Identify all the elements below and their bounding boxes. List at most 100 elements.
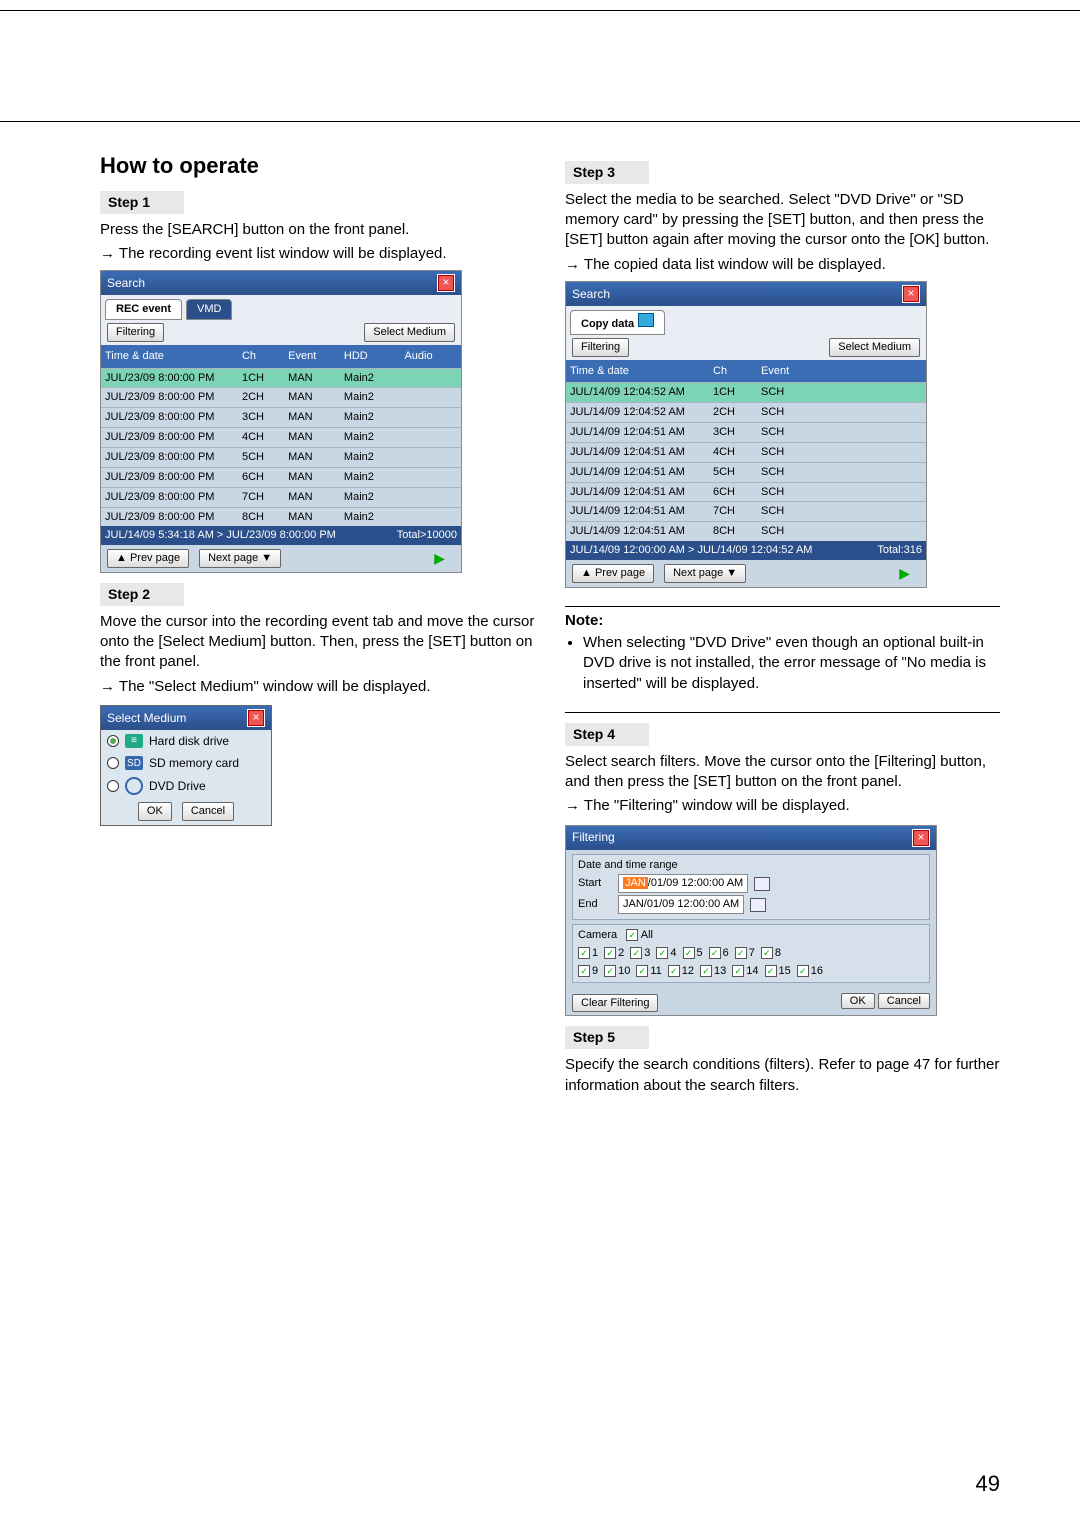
table-row[interactable]: JUL/14/09 12:04:51 AM7CHSCH — [566, 501, 926, 521]
option-hdd[interactable]: ≡ Hard disk drive — [101, 730, 271, 752]
cancel-button[interactable]: Cancel — [182, 802, 234, 821]
col-ch: Ch — [238, 347, 284, 366]
search-title: Search — [107, 275, 145, 291]
table-row[interactable]: JUL/14/09 12:04:51 AM3CHSCH — [566, 422, 926, 442]
step3-label: Step 3 — [565, 161, 649, 184]
col-event: Event — [284, 347, 340, 366]
table-row[interactable]: JUL/23/09 8:00:00 PM5CHMANMain2 — [101, 447, 461, 467]
table-row[interactable]: JUL/23/09 8:00:00 PM7CHMANMain2 — [101, 487, 461, 507]
select-medium-button[interactable]: Select Medium — [829, 338, 920, 357]
step4-text: Select search filters. Move the cursor o… — [565, 752, 1000, 793]
page-number: 49 — [976, 1471, 1000, 1497]
date-range-label: Date and time range — [578, 858, 924, 873]
step5-label: Step 5 — [565, 1026, 649, 1049]
status-range: JUL/14/09 12:00:00 AM > JUL/14/09 12:04:… — [570, 543, 812, 558]
camera-checkbox[interactable]: 8 — [761, 946, 781, 961]
start-label: Start — [578, 876, 612, 891]
ok-button[interactable]: OK — [138, 802, 172, 821]
table-row[interactable]: JUL/14/09 12:04:51 AM6CHSCH — [566, 482, 926, 502]
option-sd[interactable]: SD SD memory card — [101, 752, 271, 774]
camera-checkbox[interactable]: 13 — [700, 964, 726, 979]
close-icon[interactable]: × — [247, 709, 265, 727]
camera-checkbox[interactable]: 9 — [578, 964, 598, 979]
play-icon[interactable]: ▶ — [434, 549, 455, 568]
table-row[interactable]: JUL/14/09 12:04:51 AM5CHSCH — [566, 462, 926, 482]
cancel-button[interactable]: Cancel — [878, 993, 930, 1009]
col-hdd: HDD — [340, 347, 401, 366]
camera-checkbox[interactable]: 6 — [709, 946, 729, 961]
step3-result: The copied data list window will be disp… — [565, 255, 1000, 275]
camera-checkbox[interactable]: 5 — [683, 946, 703, 961]
col-event: Event — [757, 362, 815, 381]
camera-checkbox[interactable]: 3 — [630, 946, 650, 961]
close-icon[interactable]: × — [902, 285, 920, 303]
filtering-window: Filtering × Date and time range Start JA… — [565, 825, 937, 1017]
step2-result: The "Select Medium" window will be displ… — [100, 677, 535, 697]
tab-rec-event[interactable]: REC event — [105, 299, 182, 320]
search-title: Search — [572, 286, 610, 302]
status-total: Total>10000 — [397, 528, 457, 543]
dvd-icon — [125, 777, 143, 795]
step1-result: The recording event list window will be … — [100, 244, 535, 264]
clear-filtering-button[interactable]: Clear Filtering — [572, 994, 658, 1013]
col-audio: Audio — [400, 347, 461, 366]
tab-copy-data[interactable]: Copy data — [570, 310, 665, 335]
all-label: All — [641, 929, 653, 941]
table-row[interactable]: JUL/23/09 8:00:00 PM4CHMANMain2 — [101, 427, 461, 447]
close-icon[interactable]: × — [912, 829, 930, 847]
col-timedate: Time & date — [101, 347, 238, 366]
select-medium-window: Select Medium × ≡ Hard disk drive SD SD … — [100, 705, 272, 826]
select-medium-button[interactable]: Select Medium — [364, 323, 455, 342]
step1-text: Press the [SEARCH] button on the front p… — [100, 220, 535, 240]
table-row[interactable]: JUL/23/09 8:00:00 PM6CHMANMain2 — [101, 467, 461, 487]
next-page-button[interactable]: Next page ▼ — [664, 564, 746, 583]
checkbox-icon[interactable] — [626, 929, 638, 941]
camera-checkbox[interactable]: 14 — [732, 964, 758, 979]
status-range: JUL/14/09 5:34:18 AM > JUL/23/09 8:00:00… — [105, 528, 336, 543]
table-row[interactable]: JUL/14/09 12:04:52 AM1CHSCH — [566, 382, 926, 402]
filtering-title: Filtering — [572, 829, 615, 845]
table-row[interactable]: JUL/23/09 8:00:00 PM1CHMANMain2 — [101, 368, 461, 388]
start-input[interactable]: JAN/01/09 12:00:00 AM — [618, 874, 748, 893]
play-icon[interactable]: ▶ — [899, 564, 920, 583]
option-dvd[interactable]: DVD Drive — [101, 774, 271, 798]
tab-vmd[interactable]: VMD — [186, 299, 232, 320]
camera-checkbox[interactable]: 15 — [765, 964, 791, 979]
filtering-button[interactable]: Filtering — [572, 338, 629, 357]
step4-result: The "Filtering" window will be displayed… — [565, 796, 1000, 816]
copy-data-window: Search × Copy data Filtering Select Medi… — [565, 281, 927, 588]
camera-checkbox[interactable]: 11 — [636, 964, 661, 979]
camera-checkbox[interactable]: 7 — [735, 946, 755, 961]
table-row[interactable]: JUL/14/09 12:04:52 AM2CHSCH — [566, 402, 926, 422]
camera-checkbox[interactable]: 2 — [604, 946, 624, 961]
table-row[interactable]: JUL/23/09 8:00:00 PM3CHMANMain2 — [101, 407, 461, 427]
table-row[interactable]: JUL/23/09 8:00:00 PM8CHMANMain2 — [101, 507, 461, 527]
close-icon[interactable]: × — [437, 274, 455, 292]
status-total: Total:316 — [877, 543, 922, 558]
table-row[interactable]: JUL/14/09 12:04:51 AM4CHSCH — [566, 442, 926, 462]
section-heading: How to operate — [100, 151, 535, 181]
prev-page-button[interactable]: ▲ Prev page — [572, 564, 654, 583]
search-window: Search × REC event VMD Filtering Select … — [100, 270, 462, 573]
prev-page-button[interactable]: ▲ Prev page — [107, 549, 189, 568]
end-label: End — [578, 897, 612, 912]
camera-checkbox[interactable]: 1 — [578, 946, 598, 961]
calendar-icon[interactable] — [750, 898, 766, 912]
camera-checkbox[interactable]: 16 — [797, 964, 823, 979]
step5-text: Specify the search conditions (filters).… — [565, 1055, 1000, 1096]
camera-checkbox[interactable]: 4 — [656, 946, 676, 961]
sd-icon: SD — [125, 756, 143, 770]
ok-button[interactable]: OK — [841, 993, 875, 1009]
camera-checkbox[interactable]: 10 — [604, 964, 630, 979]
next-page-button[interactable]: Next page ▼ — [199, 549, 281, 568]
table-row[interactable]: JUL/23/09 8:00:00 PM2CHMANMain2 — [101, 387, 461, 407]
calendar-icon[interactable] — [754, 877, 770, 891]
arrow-icon — [638, 313, 654, 327]
camera-label: Camera — [578, 929, 617, 941]
step3-text: Select the media to be searched. Select … — [565, 190, 1000, 251]
camera-checkbox[interactable]: 12 — [668, 964, 694, 979]
table-row[interactable]: JUL/14/09 12:04:51 AM8CHSCH — [566, 521, 926, 541]
end-input[interactable]: JAN/01/09 12:00:00 AM — [618, 895, 744, 914]
filtering-button[interactable]: Filtering — [107, 323, 164, 342]
radio-icon — [107, 735, 119, 747]
